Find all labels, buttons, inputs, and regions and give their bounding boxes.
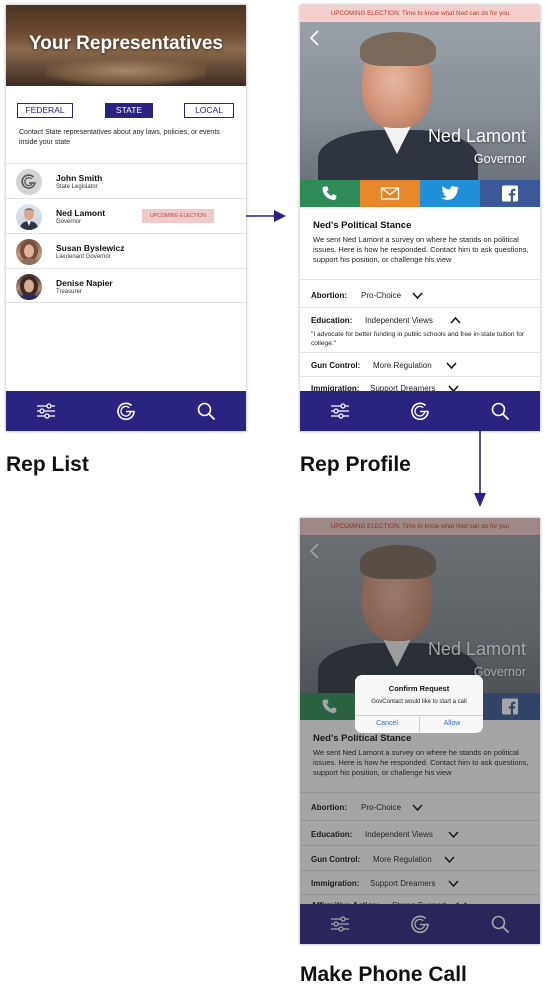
rep-role: Governor xyxy=(473,152,526,166)
cancel-button[interactable]: Cancel xyxy=(355,715,419,733)
caption-rep-list: Rep List xyxy=(6,453,89,476)
stance-value: Pro-Choice xyxy=(361,291,402,300)
bottom-nav xyxy=(300,391,540,431)
election-banner[interactable]: UPCOMING ELECTION: Time to know what Ned… xyxy=(300,5,540,22)
portrait-icon xyxy=(20,276,38,300)
dialog-message: GovContact would like to start a call xyxy=(371,699,467,705)
rep-name: Denise Napier xyxy=(56,278,113,288)
facebook-icon xyxy=(502,185,518,202)
portrait-hair xyxy=(360,32,436,66)
stance-title: Ned's Political Stance xyxy=(313,220,412,231)
level-tabs: FEDERAL STATE LOCAL xyxy=(17,103,235,119)
stance-value: More Regulation xyxy=(373,361,432,370)
twitter-button[interactable] xyxy=(420,180,480,207)
call-confirm-screen: UPCOMING ELECTION: Time to know what Ned… xyxy=(300,518,540,944)
chevron-down-icon[interactable] xyxy=(412,292,423,300)
facebook-button[interactable] xyxy=(480,180,540,207)
portrait-icon xyxy=(20,241,38,265)
portrait-icon xyxy=(19,208,39,230)
rep-list-screen: Your Representatives FEDERAL STATE LOCAL… xyxy=(6,5,246,431)
list-item[interactable]: John Smith State Legislator xyxy=(6,163,246,198)
allow-button[interactable]: Allow xyxy=(420,715,483,733)
search-icon[interactable] xyxy=(196,401,216,421)
email-icon xyxy=(380,187,400,200)
contact-action-bar xyxy=(300,180,540,207)
twitter-icon xyxy=(441,185,459,200)
rep-profile-screen: UPCOMING ELECTION: Time to know what Ned… xyxy=(300,5,540,431)
call-button[interactable] xyxy=(300,180,360,207)
caption-make-phone-call: Make Phone Call xyxy=(300,963,467,986)
confirm-call-dialog: Confirm Request GovContact would like to… xyxy=(355,675,483,733)
flow-arrow xyxy=(246,210,286,222)
tab-federal[interactable]: FEDERAL xyxy=(17,103,73,118)
chevron-up-icon[interactable] xyxy=(450,316,461,324)
list-item[interactable]: Ned Lamont Governor UPCOMING ELECTION xyxy=(6,198,246,233)
govcontact-logo-icon[interactable] xyxy=(116,401,136,421)
rep-list: John Smith State Legislator Ned Lamont G… xyxy=(6,163,246,303)
avatar xyxy=(16,239,42,265)
list-item[interactable]: Susan Byslewicz Lieutenant Governor xyxy=(6,233,246,268)
page-title: Your Representatives xyxy=(29,33,223,54)
rep-name: Ned Lamont xyxy=(427,126,526,146)
search-icon[interactable] xyxy=(490,401,510,421)
election-badge: UPCOMING ELECTION xyxy=(142,209,214,223)
caption-rep-profile: Rep Profile xyxy=(300,453,411,476)
stance-label: Abortion: xyxy=(311,291,347,300)
stance-quote: "I advocate for better funding in public… xyxy=(311,331,525,347)
stance-row[interactable]: Abortion: Pro-Choice xyxy=(300,279,540,307)
rep-role: Lieutenant Governor xyxy=(56,254,111,260)
avatar xyxy=(16,274,42,300)
rep-name: John Smith xyxy=(56,173,103,183)
rep-name: Ned Lamont xyxy=(56,208,106,218)
phone-icon xyxy=(322,186,337,201)
dialog-title: Confirm Request xyxy=(388,684,450,693)
govcontact-logo-icon[interactable] xyxy=(410,401,430,421)
govcontact-logo-icon xyxy=(16,169,42,195)
rep-role: Governor xyxy=(56,219,82,225)
stance-row[interactable]: Gun Control: More Regulation xyxy=(300,352,540,376)
stance-label: Gun Control: xyxy=(311,361,361,370)
rep-name: Susan Byslewicz xyxy=(56,243,125,253)
stance-row-expanded[interactable]: Education: Independent Views "I advocate… xyxy=(300,307,540,352)
rep-role: Treasurer xyxy=(56,289,82,295)
avatar xyxy=(16,204,42,230)
flow-arrow xyxy=(474,431,486,507)
tab-state[interactable]: STATE xyxy=(105,103,153,118)
intro-text: Contact State representatives about any … xyxy=(19,129,220,146)
bottom-nav xyxy=(6,391,246,431)
tab-local[interactable]: LOCAL xyxy=(184,103,234,118)
email-button[interactable] xyxy=(360,180,420,207)
stance-label: Education: xyxy=(311,316,353,325)
avatar xyxy=(16,169,42,195)
back-chevron-icon[interactable] xyxy=(308,29,320,47)
chevron-down-icon[interactable] xyxy=(446,362,457,370)
list-item[interactable]: Denise Napier Treasurer xyxy=(6,268,246,303)
stance-value: Independent Views xyxy=(365,316,433,325)
rep-role: State Legislator xyxy=(56,184,98,190)
chamber-image xyxy=(46,57,206,85)
stance-intro: We sent Ned Lamont a survey on where he … xyxy=(313,235,529,264)
filter-sliders-icon[interactable] xyxy=(330,401,350,421)
hero-banner: Your Representatives xyxy=(6,5,246,86)
filter-sliders-icon[interactable] xyxy=(36,401,56,421)
